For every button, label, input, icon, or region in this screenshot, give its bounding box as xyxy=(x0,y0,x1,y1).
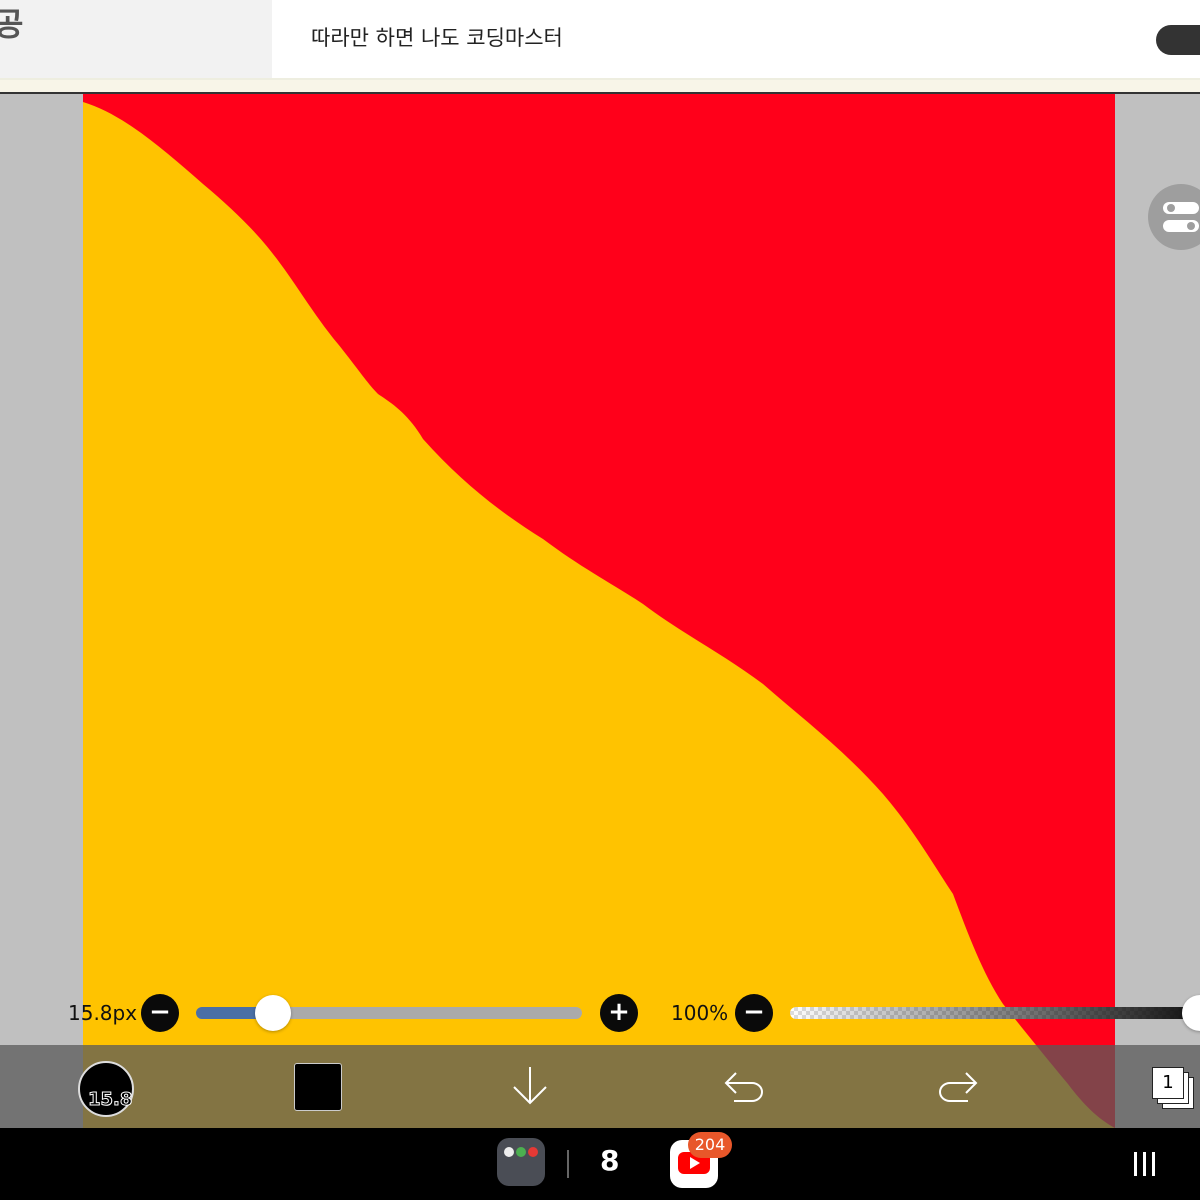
layer-count: 1 xyxy=(1152,1067,1184,1099)
partial-title: 공 xyxy=(0,5,24,43)
mini-app-icon xyxy=(504,1147,514,1157)
download-icon xyxy=(513,1067,547,1105)
divider xyxy=(567,1150,569,1178)
opacity-value: 100% xyxy=(671,1001,729,1025)
redo-button[interactable] xyxy=(936,1069,980,1109)
top-bar: 공 따라만 하면 나도 코딩마스터 xyxy=(0,0,1200,80)
brush-size-decrease-button[interactable]: − xyxy=(141,994,179,1032)
toggle-knob-icon xyxy=(1187,222,1195,230)
brush-preview-label: 15.8 xyxy=(87,1089,133,1111)
drawing-canvas[interactable] xyxy=(83,94,1115,1128)
mini-app-icon xyxy=(528,1147,538,1157)
brush-preview-button[interactable]: 15.8 xyxy=(78,1061,134,1117)
layers-button[interactable]: 1 xyxy=(1152,1067,1196,1111)
brush-size-increase-button[interactable]: + xyxy=(600,994,638,1032)
brush-size-slider[interactable] xyxy=(196,1007,582,1019)
mini-app-icon xyxy=(516,1147,526,1157)
recents-icon xyxy=(1134,1152,1137,1176)
download-button[interactable] xyxy=(510,1063,550,1113)
navigation-bar: 8 204 xyxy=(0,1128,1200,1200)
page-title: 따라만 하면 나도 코딩마스터 xyxy=(311,26,563,50)
app-folder-icon[interactable] xyxy=(497,1138,545,1186)
toggle-knob-icon xyxy=(1167,204,1175,212)
s-app-icon[interactable]: 8 xyxy=(600,1144,619,1178)
settings-toggle-button[interactable] xyxy=(1148,184,1200,250)
redo-icon xyxy=(939,1072,978,1102)
side-panel: 공 xyxy=(0,0,272,79)
action-pill-button[interactable] xyxy=(1156,25,1200,55)
bottom-toolbar: 15.8 1 xyxy=(0,1045,1200,1128)
notification-badge: 204 xyxy=(688,1132,732,1158)
opacity-slider[interactable] xyxy=(790,1007,1200,1019)
undo-icon xyxy=(724,1072,763,1102)
brush-size-value: 15.8px xyxy=(68,1001,138,1025)
brush-size-slider-handle[interactable] xyxy=(255,995,291,1031)
recents-icon xyxy=(1143,1152,1146,1176)
color-swatch-button[interactable] xyxy=(294,1063,342,1111)
opacity-decrease-button[interactable]: − xyxy=(735,994,773,1032)
recents-icon xyxy=(1152,1152,1155,1176)
canvas-svg[interactable] xyxy=(83,94,1115,1128)
undo-button[interactable] xyxy=(722,1069,766,1109)
drawing-workspace xyxy=(0,80,1200,1128)
